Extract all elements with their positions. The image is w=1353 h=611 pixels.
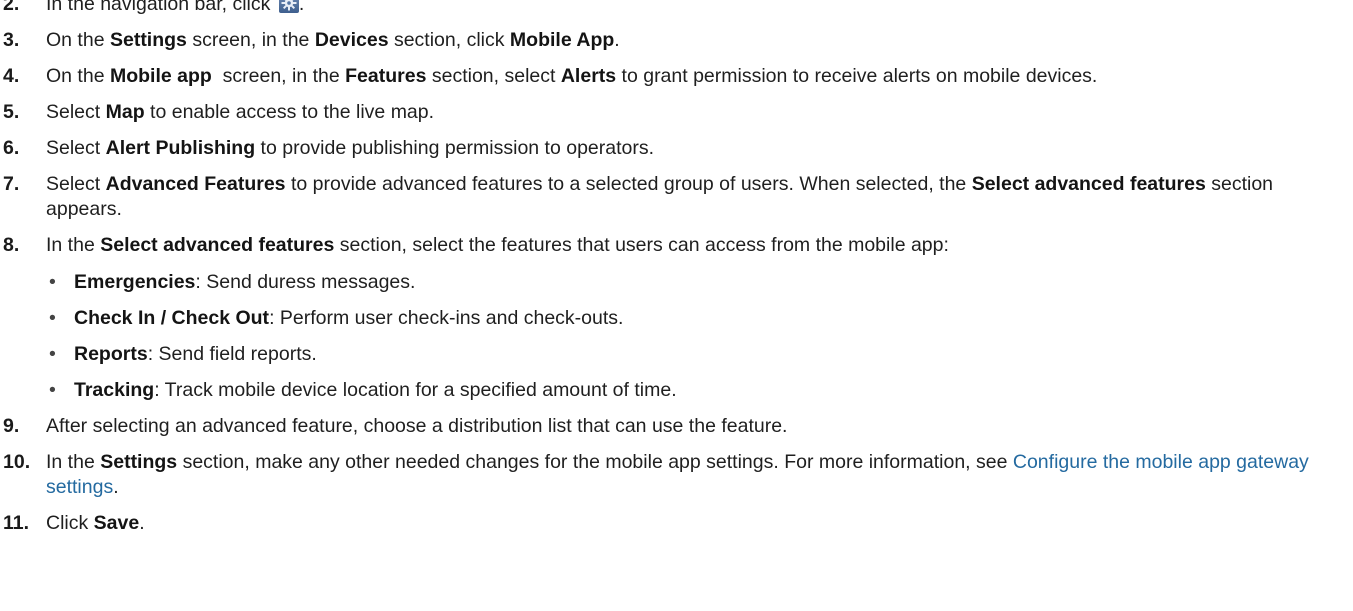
feature-name: Tracking [74,379,155,401]
step-8: 8. In the Select advanced features secti… [0,233,1353,403]
feature-desc: : Send duress messages. [195,271,416,293]
step-text: Select [46,137,106,159]
step-text: Select [46,101,106,123]
step-number: 9. [3,415,20,437]
procedure-steps: 2. In the navigation bar, click . 3. On … [0,0,1353,547]
step-text: . [614,29,620,51]
ui-term-map: Map [105,101,145,123]
step-text: screen, in the [211,65,346,87]
step-9: 9. After selecting an advanced feature, … [0,414,1353,439]
step-number: 6. [3,137,20,159]
step-text: Select [46,173,106,195]
ui-term-alerts: Alerts [560,65,617,87]
feature-desc: : Send field reports. [147,343,317,365]
ui-term-save: Save [93,512,140,534]
list-item: • Reports: Send field reports. [46,342,1353,367]
step-number: 4. [3,65,20,87]
list-item: • Check In / Check Out: Perform user chec… [46,306,1353,331]
feature-name: Emergencies [74,271,196,293]
step-text: On the [46,29,110,51]
step-number: 2. [3,0,20,15]
feature-desc: : Track mobile device location for a spe… [154,379,677,401]
step-text: In the [46,451,101,473]
step-text: section, make any other needed changes f… [177,451,1013,473]
step-number: 3. [3,29,20,51]
ui-term-mobile-app-screen: Mobile app [109,65,212,87]
feature-name: Reports [74,343,148,365]
step-4: 4. On the Mobile app screen, in the Feat… [0,64,1353,89]
ui-term-mobile-app: Mobile App [509,29,615,51]
step-11: 11. Click Save. [0,511,1353,536]
step-text: to enable access to the live map. [144,101,435,123]
step-text: section, click [388,29,510,51]
step-text: to provide advanced features to a select… [285,173,972,195]
ui-term-devices: Devices [314,29,389,51]
step-10: 10. In the Settings section, make any ot… [0,450,1353,500]
step-number: 11. [3,512,30,534]
step-number: 8. [3,234,20,256]
ui-term-select-advanced-features: Select advanced features [971,173,1206,195]
step-text: In the navigation bar, click [46,0,276,15]
ui-term-alert-publishing: Alert Publishing [105,137,256,159]
bullet-icon: • [49,307,56,329]
gear-icon [278,0,299,13]
ui-term-advanced-features: Advanced Features [105,173,286,195]
ui-term-features: Features [345,65,427,87]
step-6: 6. Select Alert Publishing to provide pu… [0,136,1353,161]
step-2: 2. In the navigation bar, click . [0,0,1353,17]
step-number: 10. [3,451,31,473]
step-number: 7. [3,173,20,195]
ui-term-settings: Settings [100,451,178,473]
ui-term-select-advanced-features: Select advanced features [100,234,335,256]
step-text: screen, in the [186,29,315,51]
step-text: After selecting an advanced feature, cho… [46,415,788,437]
step-number: 5. [3,101,20,123]
step-text-end: . [113,476,119,498]
step-text: In the [46,234,101,256]
feature-name: Check In / Check Out [74,307,270,329]
step-text: to grant permission to receive alerts on… [616,65,1098,87]
step-7: 7. Select Advanced Features to provide a… [0,172,1353,222]
feature-desc: : Perform user check-ins and check-outs. [269,307,624,329]
step-text: . [139,512,145,534]
step-text-end: . [298,0,305,15]
feature-list: • Emergencies: Send duress messages. • Che… [46,270,1353,403]
step-text: Click [46,512,94,534]
step-text: to provide publishing permission to oper… [255,137,655,159]
bullet-icon: • [49,271,56,293]
step-text: section, select the features that users … [334,234,949,256]
ui-term-settings: Settings [109,29,187,51]
bullet-icon: • [49,379,56,401]
step-text: section, select [426,65,561,87]
step-text: On the [46,65,110,87]
list-item: • Emergencies: Send duress messages. [46,270,1353,295]
bullet-icon: • [49,343,56,365]
list-item: • Tracking: Track mobile device location … [46,378,1353,403]
step-5: 5. Select Map to enable access to the li… [0,100,1353,125]
step-3: 3. On the Settings screen, in the Device… [0,28,1353,53]
